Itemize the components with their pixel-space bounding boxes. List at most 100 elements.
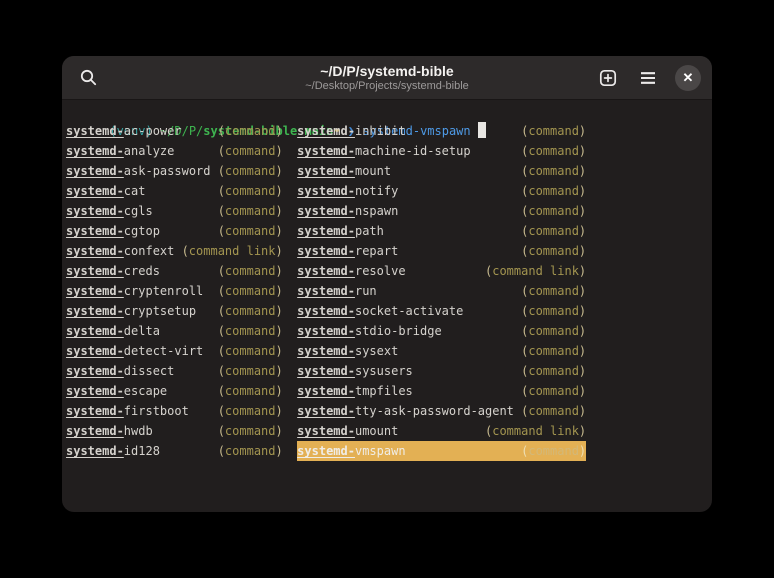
completion-item[interactable]: systemd-delta(command): [66, 321, 283, 341]
completion-annotation: (command): [521, 341, 586, 361]
window-subtitle: ~/Desktop/Projects/systemd-bible: [305, 80, 469, 93]
completion-item[interactable]: systemd-cgls (command): [66, 201, 283, 221]
completion-item[interactable]: systemd-dissect (command): [66, 361, 283, 381]
completion-name: systemd-dissect: [66, 361, 174, 381]
completion-name: systemd-path: [297, 221, 384, 241]
titlebar[interactable]: ~/D/P/systemd-bible ~/Desktop/Projects/s…: [62, 56, 712, 100]
completion-item[interactable]: systemd-cryptsetup(command): [66, 301, 283, 321]
completion-item[interactable]: systemd-run (command): [297, 281, 586, 301]
new-tab-button[interactable]: [592, 62, 624, 94]
completion-name: systemd-resolve: [297, 261, 405, 281]
completion-item[interactable]: systemd-inhibit(command): [297, 121, 586, 141]
menu-button[interactable]: [632, 62, 664, 94]
window-title-block: ~/D/P/systemd-bible ~/Desktop/Projects/s…: [305, 63, 469, 93]
completion-item[interactable]: systemd-firstboot (command): [66, 401, 283, 421]
completion-item[interactable]: systemd-path(command): [297, 221, 586, 241]
completion-item[interactable]: systemd-ask-password (command): [66, 161, 283, 181]
completion-column-right: systemd-inhibit(command)systemd-machine-…: [297, 121, 586, 461]
completion-annotation: (command): [521, 161, 586, 181]
completion-annotation: (command): [218, 321, 283, 341]
completion-annotation: (command): [521, 441, 586, 461]
hamburger-menu-icon: [640, 71, 656, 85]
completion-name: systemd-cryptsetup: [66, 301, 196, 321]
completion-name: systemd-sysext: [297, 341, 398, 361]
completion-annotation: (command): [218, 421, 283, 441]
completion-item[interactable]: systemd-stdio-bridge (command): [297, 321, 586, 341]
completion-item[interactable]: systemd-cgtop(command): [66, 221, 283, 241]
completion-item[interactable]: systemd-ac-power(command): [66, 121, 283, 141]
completion-name: systemd-machine-id-setup: [297, 141, 470, 161]
completion-item[interactable]: systemd-escape(command): [66, 381, 283, 401]
prompt-line: (venv) ~/D/P/systemd-bible main• ❯ syste…: [66, 101, 712, 121]
completion-name: systemd-tty-ask-password-agent: [297, 401, 514, 421]
search-button[interactable]: [72, 62, 104, 94]
completion-name: systemd-mount: [297, 161, 391, 181]
completion-name: systemd-cat: [66, 181, 145, 201]
completion-annotation: (command): [521, 121, 586, 141]
completion-annotation: (command): [218, 221, 283, 241]
completion-name: systemd-socket-activate: [297, 301, 463, 321]
completion-item[interactable]: systemd-id128 (command): [66, 441, 283, 461]
completion-annotation: (command): [218, 441, 283, 461]
completion-annotation: (command): [521, 381, 586, 401]
completion-name: systemd-ac-power: [66, 121, 182, 141]
completion-name: systemd-cryptenroll: [66, 281, 203, 301]
completion-annotation: (command link): [182, 241, 283, 261]
completion-item[interactable]: systemd-tty-ask-password-agent (command): [297, 401, 586, 421]
completion-name: systemd-nspawn: [297, 201, 398, 221]
completion-column-left: systemd-ac-power(command)systemd-analyze…: [66, 121, 283, 461]
completion-item[interactable]: systemd-confext(command link): [66, 241, 283, 261]
completion-item[interactable]: systemd-creds(command): [66, 261, 283, 281]
completion-name: systemd-notify: [297, 181, 398, 201]
completion-annotation: (command): [218, 361, 283, 381]
completion-name: systemd-hwdb: [66, 421, 153, 441]
completion-annotation: (command): [218, 181, 283, 201]
completion-item[interactable]: systemd-notify (command): [297, 181, 586, 201]
completion-name: systemd-repart: [297, 241, 398, 261]
completion-name: systemd-stdio-bridge: [297, 321, 442, 341]
completion-item[interactable]: systemd-sysusers(command): [297, 361, 586, 381]
completion-name: systemd-sysusers: [297, 361, 413, 381]
completion-item[interactable]: systemd-nspawn(command): [297, 201, 586, 221]
completion-annotation: (command): [521, 401, 586, 421]
completion-name: systemd-id128: [66, 441, 160, 461]
completion-annotation: (command link): [485, 261, 586, 281]
completion-item[interactable]: systemd-tmpfiles (command): [297, 381, 586, 401]
completion-annotation: (command): [218, 381, 283, 401]
completion-annotation: (command): [218, 261, 283, 281]
completion-annotation: (command): [521, 301, 586, 321]
completion-item[interactable]: systemd-hwdb (command): [66, 421, 283, 441]
completion-annotation: (command): [218, 341, 283, 361]
completion-item[interactable]: systemd-repart(command): [297, 241, 586, 261]
completion-item[interactable]: systemd-sysext (command): [297, 341, 586, 361]
completion-name: systemd-ask-password: [66, 161, 211, 181]
completion-item[interactable]: systemd-vmspawn (command): [297, 441, 586, 461]
completion-name: systemd-cgls: [66, 201, 153, 221]
completion-item[interactable]: systemd-umount(command link): [297, 421, 586, 441]
completion-annotation: (command link): [485, 421, 586, 441]
completion-annotation: (command): [521, 321, 586, 341]
completion-item[interactable]: systemd-analyze(command): [66, 141, 283, 161]
close-button[interactable]: ✕: [672, 62, 704, 94]
completion-name: systemd-tmpfiles: [297, 381, 413, 401]
completion-name: systemd-run: [297, 281, 376, 301]
completion-annotation: (command): [521, 181, 586, 201]
completion-item[interactable]: systemd-cat (command): [66, 181, 283, 201]
completion-menu: systemd-ac-power(command)systemd-analyze…: [66, 121, 712, 461]
close-icon: ✕: [675, 65, 701, 91]
completion-item[interactable]: systemd-socket-activate (command): [297, 301, 586, 321]
completion-item[interactable]: systemd-mount (command): [297, 161, 586, 181]
completion-item[interactable]: systemd-detect-virt(command): [66, 341, 283, 361]
terminal-content[interactable]: (venv) ~/D/P/systemd-bible main• ❯ syste…: [62, 100, 712, 511]
completion-item[interactable]: systemd-cryptenroll(command): [66, 281, 283, 301]
completion-item[interactable]: systemd-machine-id-setup(command): [297, 141, 586, 161]
terminal-window: ~/D/P/systemd-bible ~/Desktop/Projects/s…: [62, 56, 712, 512]
completion-item[interactable]: systemd-resolve (command link): [297, 261, 586, 281]
completion-name: systemd-firstboot: [66, 401, 189, 421]
completion-annotation: (command): [218, 161, 283, 181]
completion-annotation: (command): [218, 401, 283, 421]
completion-annotation: (command): [521, 281, 586, 301]
completion-annotation: (command): [218, 201, 283, 221]
completion-name: systemd-vmspawn: [297, 441, 405, 461]
new-tab-icon: [599, 69, 617, 87]
